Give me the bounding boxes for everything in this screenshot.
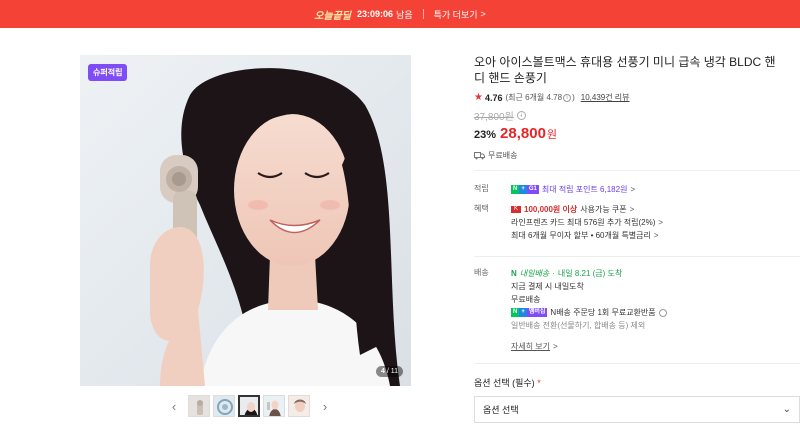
arrival-separator: ·	[552, 269, 555, 278]
info-icon[interactable]	[658, 308, 667, 317]
divider	[474, 170, 800, 171]
options-section: 옵션 선택 (필수) * 옵션 선택 ⌄	[474, 376, 800, 423]
image-counter: 4 / 11	[375, 366, 403, 377]
info-icon[interactable]: i	[563, 93, 572, 102]
product-main-image[interactable]: 슈퍼적립 4 / 11	[80, 55, 411, 386]
discount-rate: 23%	[474, 129, 497, 141]
points-text: 최대 적립 포인트 6,182원	[541, 185, 628, 194]
truck-icon	[474, 152, 485, 160]
currency-unit: 원	[546, 129, 558, 141]
pay-now-row: 지금 결제 시 내일도착	[511, 280, 796, 293]
npay-badge: N + G1	[511, 185, 539, 194]
reviews-link[interactable]: 10,439건 리뷰	[581, 92, 630, 103]
free-shipping-row: 무료배송	[511, 293, 796, 306]
coupon-highlight: 100,000원 이상	[524, 205, 578, 214]
original-price: 37,800원	[474, 112, 514, 123]
thumbnail[interactable]	[263, 395, 285, 417]
deal-badge: 오늘끝딜	[314, 10, 352, 22]
more-deals-label: 특가 더보기	[433, 9, 478, 20]
super-points-badge: 슈퍼적립	[88, 64, 128, 81]
countdown-suffix: 남음	[396, 9, 413, 20]
thumbnail[interactable]	[188, 395, 210, 417]
countdown-timer: 23:09:06	[357, 9, 394, 19]
membership-icon: 멤버십	[526, 308, 548, 317]
card-benefit-link[interactable]: 라인프렌즈 카드 최대 576원 추가 적립(2%) >	[511, 216, 796, 229]
product-info: 오아 아이스볼트맥스 휴대용 선풍기 미니 급속 냉각 BLDC 핸디 핸드 손…	[474, 54, 800, 161]
image-counter-current: 4	[380, 368, 385, 375]
option-select[interactable]: 옵션 선택 ⌄	[474, 396, 800, 423]
installment-link[interactable]: 최대 6개월 무이자 할부 • 60개월 특별금리 >	[511, 229, 796, 242]
chevron-right-icon[interactable]: ›	[319, 396, 331, 416]
sale-price: 28,800	[500, 125, 546, 142]
pay-now-text: 지금 결제 시 내일도착	[511, 282, 584, 291]
divider	[474, 256, 800, 257]
note-row: 일반배송 전환(선물하기, 합배송 등) 제외	[511, 319, 796, 332]
thumbnail-strip: ‹ ›	[168, 395, 331, 417]
delivery-note: 일반배송 전환(선물하기, 합배송 등) 제외	[511, 321, 646, 330]
detail-row[interactable]: 자세히 보기 >	[511, 340, 796, 353]
image-counter-total: / 11	[386, 368, 398, 375]
npay-n-icon: N	[511, 185, 520, 194]
detail-link[interactable]: 자세히 보기	[511, 341, 550, 352]
chevron-right-icon: >	[658, 218, 664, 227]
original-price-row: 37,800원 i	[474, 108, 800, 123]
delivery-label: 배송	[474, 268, 489, 277]
benefits-label: 혜택	[474, 204, 489, 213]
divider	[474, 363, 800, 364]
required-mark: *	[537, 378, 541, 388]
shipping-label: 무료배송	[488, 151, 518, 160]
npay-badge: N + 멤버십	[511, 308, 548, 317]
rating-recent: (최근 6개월 4.78	[505, 93, 563, 102]
coupon-flag-icon: K	[511, 206, 521, 213]
promo-divider	[422, 9, 424, 19]
points-label: 적립	[474, 184, 489, 193]
free-shipping-text: 무료배송	[511, 295, 541, 304]
info-icon[interactable]: i	[516, 111, 526, 120]
chevron-down-icon: ⌄	[782, 404, 791, 415]
coupon-text: 사용가능 쿠폰	[580, 205, 627, 214]
npay-n-icon: N	[511, 308, 520, 317]
promo-bar: 오늘끝딜 23:09:06 남음 특가 더보기 >	[0, 0, 800, 28]
shipping-row: 무료배송	[474, 150, 800, 161]
rating-score: 4.76	[484, 92, 503, 103]
points-link[interactable]: N + G1 최대 적립 포인트 6,182원 >	[511, 183, 796, 196]
rating-row: ★ 4.76 (최근 6개월 4.78 i ) 10,439건 리뷰	[474, 92, 800, 103]
star-icon: ★	[474, 92, 483, 103]
option-label-text: 옵션 선택 (필수)	[474, 378, 535, 388]
return-text: N배송 주문당 1회 무료교환반품	[550, 308, 656, 317]
option-select-value: 옵션 선택	[483, 405, 519, 415]
more-deals-link[interactable]: 특가 더보기 >	[434, 8, 486, 21]
chevron-right-icon: >	[553, 342, 558, 351]
chevron-left-icon[interactable]: ‹	[168, 396, 180, 416]
arrival-row: N 내일배송 · 내일 8.21 (금) 도착	[511, 267, 796, 280]
arrival-icon: N	[511, 269, 517, 278]
installment-text: 최대 6개월 무이자 할부 • 60개월 특별금리	[511, 231, 651, 240]
price-row: 23% 28,800 원	[474, 125, 800, 142]
coupon-link[interactable]: K 100,000원 이상 사용가능 쿠폰 >	[511, 203, 796, 216]
rating-recent-close: )	[572, 93, 575, 102]
thumbnail[interactable]	[288, 395, 310, 417]
plus-icon: +	[519, 185, 527, 194]
arrival-type: 내일배송	[519, 269, 550, 278]
membership-icon: G1	[526, 185, 539, 194]
product-photo	[80, 55, 411, 386]
chevron-right-icon: >	[630, 185, 636, 194]
plus-icon: +	[519, 308, 527, 317]
card-benefit-text: 라인프렌즈 카드 최대 576원 추가 적립(2%)	[511, 218, 656, 227]
thumbnail[interactable]	[213, 395, 235, 417]
chevron-right-icon: >	[629, 205, 635, 214]
chevron-right-icon: >	[480, 9, 486, 19]
chevron-right-icon: >	[653, 231, 659, 240]
thumbnail-active[interactable]	[238, 395, 260, 417]
option-label: 옵션 선택 (필수) *	[474, 376, 800, 389]
product-title: 오아 아이스볼트맥스 휴대용 선풍기 미니 급속 냉각 BLDC 핸디 핸드 손…	[474, 55, 776, 85]
return-row: N + 멤버십 N배송 주문당 1회 무료교환반품	[511, 306, 796, 319]
arrival-date: 내일 8.21 (금) 도착	[557, 269, 623, 278]
